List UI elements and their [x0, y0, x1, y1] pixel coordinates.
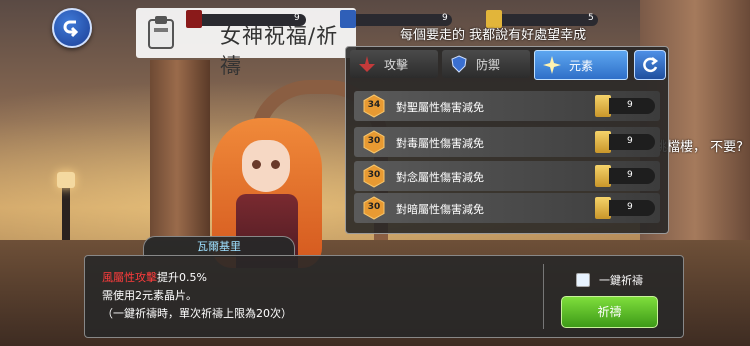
- refresh-icon: [643, 57, 659, 73]
- stat-red-value: 9: [294, 13, 300, 23]
- tab-element[interactable]: 元素: [534, 50, 628, 80]
- one-click-checkbox[interactable]: [576, 273, 590, 287]
- resist-label: 對聖屬性傷害減免: [396, 101, 484, 114]
- cost-value: 9: [627, 202, 633, 212]
- tab-defense[interactable]: 防禦: [442, 50, 530, 78]
- one-click-label: 一鍵祈禱: [599, 274, 643, 287]
- page-title: 女神祝福/祈禱: [220, 24, 339, 78]
- tab-attack[interactable]: 攻擊: [350, 50, 438, 78]
- cost-value: 9: [627, 136, 633, 146]
- resist-panel: 攻擊 防禦 元素 34 對聖屬性傷害減免 9 30 對毒屬性傷害減免 9 30 …: [345, 46, 669, 234]
- level-value: 34: [367, 100, 381, 110]
- level-value: 30: [367, 202, 381, 212]
- street-lamp: [57, 172, 75, 244]
- resist-label: 對毒屬性傷害減免: [396, 137, 484, 150]
- npc-name-tab: 瓦爾基里: [143, 236, 295, 257]
- defense-icon: [451, 55, 467, 73]
- tablet-icon: [148, 16, 174, 49]
- element-icon: [543, 56, 561, 74]
- cost-line: 需使用2元素晶片。: [102, 289, 197, 302]
- back-button[interactable]: [52, 8, 92, 48]
- resist-label: 對暗屬性傷害減免: [396, 203, 484, 216]
- resist-row-dark[interactable]: 30 對暗屬性傷害減免 9: [354, 193, 660, 223]
- resist-row-holy[interactable]: 34 對聖屬性傷害減免 9: [354, 91, 660, 121]
- refresh-button[interactable]: [634, 50, 666, 80]
- tab-defense-label: 防禦: [476, 57, 501, 72]
- divider: [543, 264, 544, 329]
- resist-row-ghost[interactable]: 30 對念屬性傷害減免 9: [354, 161, 660, 191]
- back-arrow-icon: [63, 20, 79, 38]
- level-value: 30: [367, 136, 381, 146]
- stat-red: 9: [186, 10, 306, 28]
- buff-attribute: 風屬性攻擊: [102, 271, 157, 284]
- buff-description: 風屬性攻擊提升0.5%: [102, 269, 207, 285]
- red-shield-icon: [186, 10, 202, 28]
- resist-row-poison[interactable]: 30 對毒屬性傷害減免 9: [354, 127, 660, 157]
- pray-button[interactable]: 祈禱: [561, 296, 658, 328]
- blue-shield-icon: [340, 10, 356, 28]
- cost-value: 9: [627, 100, 633, 110]
- note-line: （一鍵祈禱時，單次祈禱上限為20次）: [102, 307, 292, 320]
- tab-element-label: 元素: [569, 58, 594, 73]
- stat-blue-value: 9: [442, 13, 448, 23]
- tab-attack-label: 攻擊: [384, 57, 409, 72]
- scrolling-chat-text: 每個要走的 我都說有好處望幸成: [400, 28, 587, 43]
- attack-icon: [359, 56, 375, 72]
- resist-label: 對念屬性傷害減免: [396, 171, 484, 184]
- buff-amount: 提升0.5%: [157, 271, 207, 284]
- stat-gold-value: 5: [588, 13, 594, 23]
- cost-value: 9: [627, 170, 633, 180]
- info-panel: 風屬性攻擊提升0.5% 需使用2元素晶片。 （一鍵祈禱時，單次祈禱上限為20次）…: [84, 255, 684, 338]
- level-value: 30: [367, 170, 381, 180]
